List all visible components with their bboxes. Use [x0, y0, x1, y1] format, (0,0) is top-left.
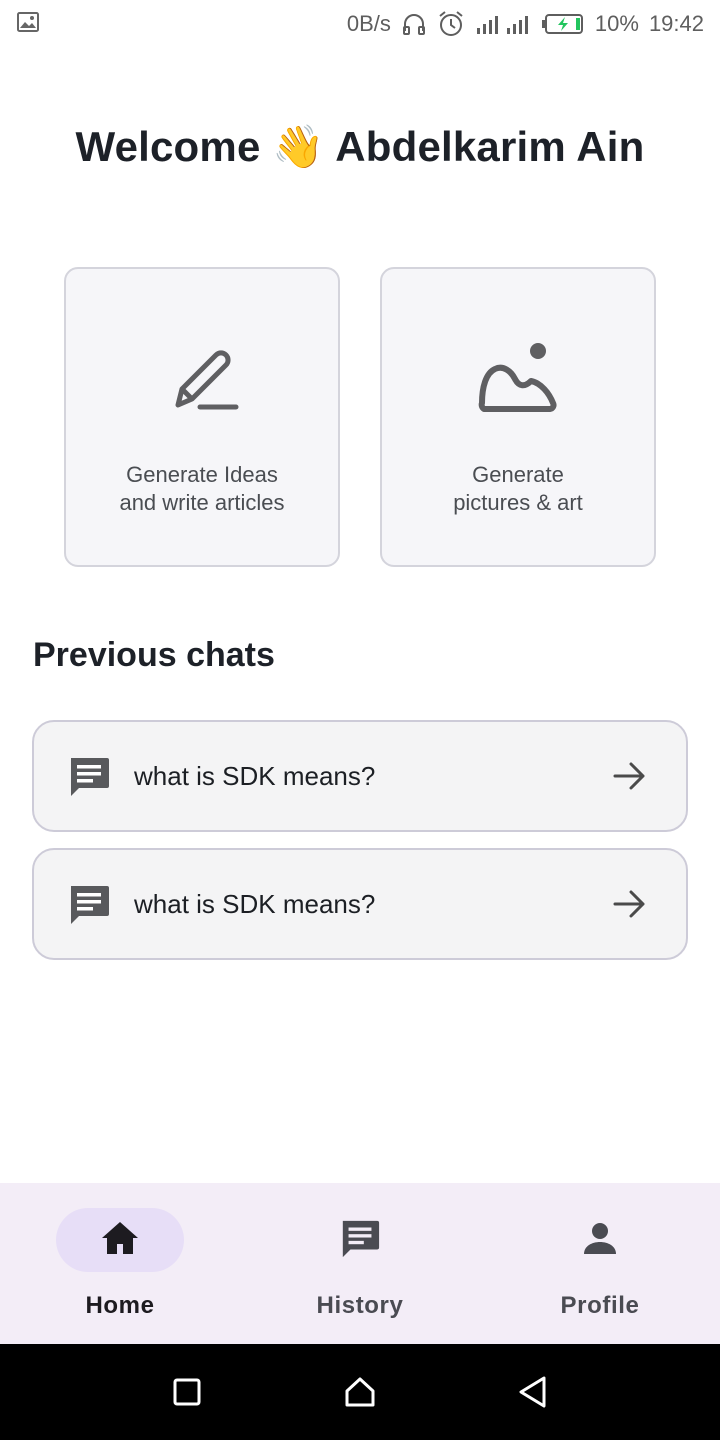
generate-ideas-label: Generate Ideas and write articles	[119, 462, 285, 515]
welcome-prefix: Welcome	[75, 123, 261, 170]
nav-item-history[interactable]: History	[240, 1183, 480, 1344]
previous-chats-title: Previous chats	[33, 636, 275, 674]
welcome-heading: Welcome 👋 Abdelkarim Ain	[0, 122, 720, 172]
arrow-right-icon[interactable]	[610, 756, 650, 796]
chat-bubble-icon	[66, 881, 112, 927]
chat-title: what is SDK means?	[134, 760, 376, 791]
status-left	[16, 10, 40, 39]
net-speed: 0B/s	[346, 11, 391, 36]
generate-art-card[interactable]: Generate pictures & art	[380, 267, 656, 567]
system-navigation-bar	[0, 1344, 720, 1440]
chat-history-icon	[339, 1217, 381, 1264]
signal-icon	[475, 11, 531, 37]
alarm-icon	[437, 10, 465, 38]
battery-icon	[541, 13, 585, 35]
chat-title: what is SDK means?	[134, 888, 376, 919]
recents-button-icon[interactable]	[163, 1368, 211, 1416]
nav-item-home[interactable]: Home	[0, 1183, 240, 1344]
home-icon	[100, 1220, 140, 1261]
bottom-navigation: Home History Profile	[0, 1183, 720, 1344]
battery-level: 10%	[594, 11, 639, 36]
generate-art-label: Generate pictures & art	[453, 462, 583, 515]
waving-hand-emoji: 👋	[272, 122, 325, 171]
status-bar: 0B/s 10% 19:42	[0, 0, 720, 48]
back-button-icon[interactable]	[509, 1368, 557, 1416]
image-icon	[476, 339, 560, 423]
person-icon	[582, 1220, 618, 1261]
nav-active-indicator	[56, 1208, 184, 1272]
chat-bubble-icon	[66, 753, 112, 799]
clock: 19:42	[648, 11, 704, 36]
nav-icon-container	[536, 1208, 664, 1272]
status-right: 0B/s 10% 19:42	[347, 10, 704, 38]
chat-list-item[interactable]: what is SDK means?	[32, 848, 688, 960]
nav-label-profile: Profile	[560, 1292, 640, 1319]
gallery-notification-icon	[16, 10, 40, 39]
pencil-icon	[160, 339, 244, 423]
headphones-icon	[401, 11, 427, 37]
nav-label-history: History	[316, 1292, 404, 1319]
nav-item-profile[interactable]: Profile	[480, 1183, 720, 1344]
nav-label-home: Home	[85, 1292, 155, 1319]
arrow-right-icon[interactable]	[610, 884, 650, 924]
nav-icon-container	[296, 1208, 424, 1272]
generate-ideas-card[interactable]: Generate Ideas and write articles	[64, 267, 340, 567]
chat-list-item[interactable]: what is SDK means?	[32, 720, 688, 832]
home-button-icon[interactable]	[336, 1368, 384, 1416]
user-name: Abdelkarim Ain	[335, 123, 645, 170]
